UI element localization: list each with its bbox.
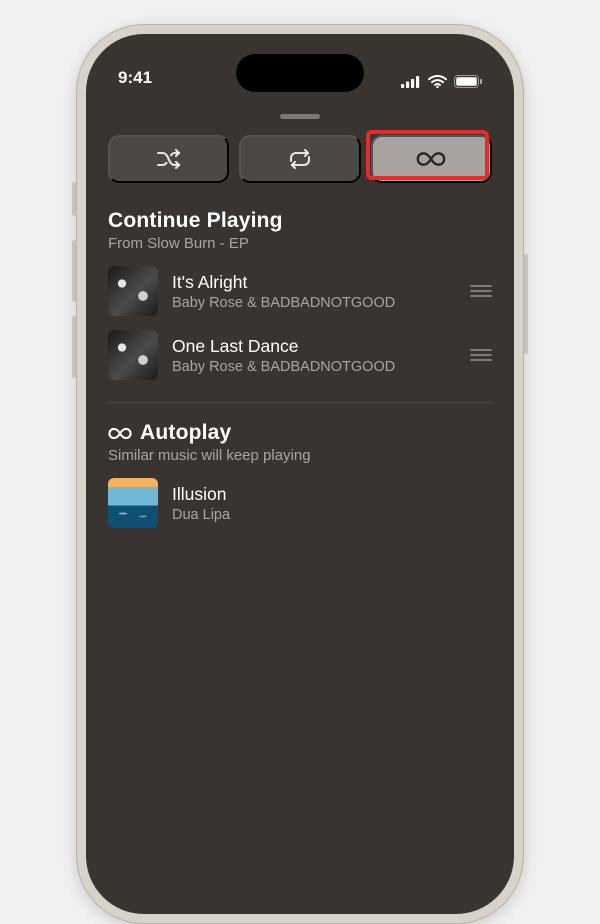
status-indicators (401, 75, 482, 88)
shuffle-button[interactable] (108, 135, 229, 183)
side-button-power (524, 254, 528, 354)
section-title: Continue Playing (108, 209, 492, 233)
track-text: One Last Dance Baby Rose & BADBADNOTGOOD (172, 336, 456, 375)
side-button-silence (72, 182, 76, 216)
track-row[interactable]: Illusion Dua Lipa (108, 478, 492, 528)
track-title: It's Alright (172, 272, 456, 293)
section-subtitle: Similar music will keep playing (108, 447, 492, 464)
section-title: Autoplay (140, 421, 231, 445)
side-button-vol-down (72, 316, 76, 378)
track-text: It's Alright Baby Rose & BADBADNOTGOOD (172, 272, 456, 311)
continue-playing-section: Continue Playing From Slow Burn - EP It'… (108, 209, 492, 380)
track-row[interactable]: It's Alright Baby Rose & BADBADNOTGOOD (108, 266, 492, 316)
repeat-icon (287, 149, 313, 169)
track-title: Illusion (172, 484, 492, 505)
track-text: Illusion Dua Lipa (172, 484, 492, 523)
section-subtitle: From Slow Burn - EP (108, 235, 492, 252)
autoplay-section: Autoplay Similar music will keep playing… (108, 421, 492, 528)
track-artist: Baby Rose & BADBADNOTGOOD (172, 295, 456, 311)
battery-icon (454, 75, 482, 88)
infinity-icon (108, 427, 132, 440)
track-row[interactable]: One Last Dance Baby Rose & BADBADNOTGOOD (108, 330, 492, 380)
queue-sheet: Continue Playing From Slow Burn - EP It'… (86, 114, 514, 528)
album-art (108, 266, 158, 316)
iphone-frame: 9:41 (76, 24, 524, 924)
track-artist: Dua Lipa (172, 507, 492, 523)
reorder-handle-icon[interactable] (470, 285, 492, 297)
side-button-vol-up (72, 240, 76, 302)
playback-controls-row (108, 135, 492, 183)
reorder-handle-icon[interactable] (470, 349, 492, 361)
cellular-icon (401, 76, 421, 88)
infinity-icon (416, 151, 446, 167)
repeat-button[interactable] (239, 135, 360, 183)
album-art (108, 478, 158, 528)
screen: 9:41 (86, 34, 514, 914)
autoplay-button[interactable] (371, 135, 492, 183)
track-title: One Last Dance (172, 336, 456, 357)
album-art (108, 330, 158, 380)
section-divider (108, 402, 492, 403)
status-time: 9:41 (118, 68, 152, 88)
wifi-icon (428, 75, 447, 88)
track-artist: Baby Rose & BADBADNOTGOOD (172, 359, 456, 375)
dynamic-island (236, 54, 364, 92)
shuffle-icon (156, 149, 182, 169)
sheet-grabber[interactable] (280, 114, 320, 119)
